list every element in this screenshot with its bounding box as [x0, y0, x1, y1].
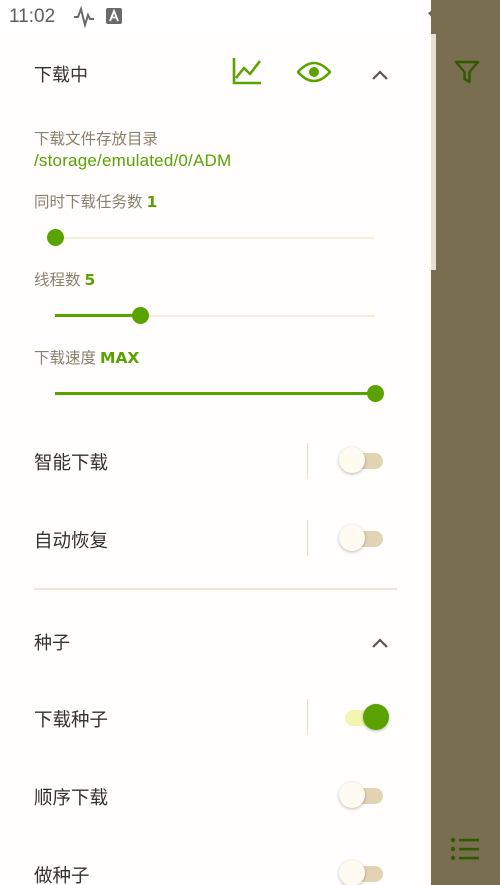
download-dir-label: 下载文件存放目录 — [34, 130, 159, 148]
smart-download-toggle[interactable] — [337, 445, 393, 475]
tasks-label-text: 同时下载任务数 — [34, 193, 143, 211]
auto-resume-toggle[interactable] — [337, 523, 393, 553]
chevron-up-icon[interactable] — [371, 66, 389, 85]
tasks-value: 1 — [146, 193, 158, 211]
toggle-thumb — [339, 447, 365, 473]
toggle-thumb — [363, 704, 389, 730]
toggle-thumb — [339, 860, 365, 885]
slider-thumb[interactable] — [367, 385, 384, 402]
settings-drawer: 下载中 下载文件存放目录 /storage/emulated/0/ADM 同时下… — [0, 34, 431, 885]
tasks-slider[interactable] — [47, 228, 375, 248]
toggle-thumb — [339, 782, 365, 808]
scrollbar[interactable] — [431, 34, 436, 270]
eye-icon[interactable] — [296, 60, 332, 88]
threads-value: 5 — [84, 271, 96, 289]
activity-icon — [72, 5, 96, 32]
row-divider — [307, 699, 308, 735]
speed-label: 下载速度 MAX — [34, 346, 139, 368]
status-time: 11:02 — [9, 6, 56, 27]
seeding-label: 做种子 — [34, 866, 90, 885]
section-divider — [34, 588, 397, 590]
tasks-label: 同时下载任务数 1 — [34, 190, 157, 212]
auto-resume-label: 自动恢复 — [34, 531, 109, 552]
threads-label-text: 线程数 — [34, 271, 81, 289]
row-divider — [307, 443, 308, 479]
download-dir-value[interactable]: /storage/emulated/0/ADM — [34, 151, 231, 171]
threads-label: 线程数 5 — [34, 268, 95, 290]
download-torrent-toggle[interactable] — [337, 702, 393, 732]
background-panel — [431, 0, 500, 885]
sequential-download-toggle[interactable] — [337, 780, 393, 810]
chevron-up-icon[interactable] — [371, 634, 389, 653]
download-torrent-label: 下载种子 — [34, 710, 109, 731]
slider-track — [55, 237, 375, 239]
slider-fill — [55, 314, 140, 317]
slider-thumb[interactable] — [131, 307, 149, 324]
torrent-section-title: 种子 — [34, 633, 70, 654]
a-badge-icon — [106, 8, 122, 28]
toggle-thumb — [339, 525, 365, 551]
speed-value: MAX — [100, 349, 140, 367]
smart-download-label: 智能下载 — [34, 453, 109, 474]
seeding-toggle[interactable] — [337, 858, 393, 885]
slider-fill — [55, 392, 375, 395]
download-section-title: 下载中 — [34, 65, 88, 86]
list-icon[interactable] — [450, 836, 480, 864]
threads-slider[interactable] — [55, 306, 375, 326]
speed-label-text: 下载速度 — [34, 349, 97, 367]
chart-icon[interactable] — [232, 57, 262, 89]
sequential-download-label: 顺序下载 — [34, 788, 109, 809]
row-divider — [307, 520, 308, 556]
speed-slider[interactable] — [55, 384, 384, 404]
filter-icon[interactable] — [453, 58, 481, 86]
status-bar: 11:02 — [0, 0, 500, 34]
slider-thumb[interactable] — [47, 229, 64, 246]
